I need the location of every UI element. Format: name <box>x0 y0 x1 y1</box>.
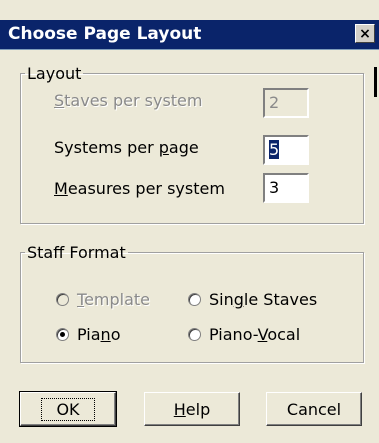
close-button[interactable]: × <box>355 24 375 43</box>
help-label: Help <box>173 399 211 419</box>
help-button[interactable]: Help <box>144 392 240 426</box>
single-staves-label: Single Staves <box>209 290 318 309</box>
systems-per-page-value: 5 <box>269 140 280 159</box>
window-title: Choose Page Layout <box>8 24 202 44</box>
divider-mark <box>374 67 377 97</box>
piano-vocal-radio-circle[interactable] <box>188 328 201 341</box>
staves-per-system-input: 2 <box>263 88 309 118</box>
measures-per-system-input[interactable]: 3 <box>263 173 309 203</box>
single-staves-radio-circle[interactable] <box>188 293 201 306</box>
piano-vocal-radio[interactable]: Piano-Vocal <box>188 325 300 344</box>
cancel-button[interactable]: Cancel <box>266 392 362 426</box>
close-icon: × <box>359 25 371 42</box>
ok-label: OK <box>41 397 95 421</box>
piano-radio-circle[interactable] <box>56 328 69 341</box>
piano-label: Piano <box>77 325 121 344</box>
staves-per-system-label: Staves per system <box>54 91 203 110</box>
systems-per-page-label: Systems per page <box>54 138 199 157</box>
ok-button[interactable]: OK <box>19 391 117 427</box>
systems-per-page-input[interactable]: 5 <box>263 135 309 165</box>
measures-per-system-label: Measures per system <box>54 179 225 198</box>
title-bar[interactable]: Choose Page Layout × <box>0 20 379 50</box>
layout-legend: Layout <box>27 64 82 83</box>
single-staves-radio[interactable]: Single Staves <box>188 290 317 309</box>
piano-radio[interactable]: Piano <box>56 325 120 344</box>
template-label: Template <box>77 290 151 309</box>
piano-vocal-label: Piano-Vocal <box>209 325 301 344</box>
template-radio-circle <box>56 293 69 306</box>
staff-format-legend: Staff Format <box>27 243 126 262</box>
cancel-label: Cancel <box>286 399 342 419</box>
template-radio: Template <box>56 290 150 309</box>
